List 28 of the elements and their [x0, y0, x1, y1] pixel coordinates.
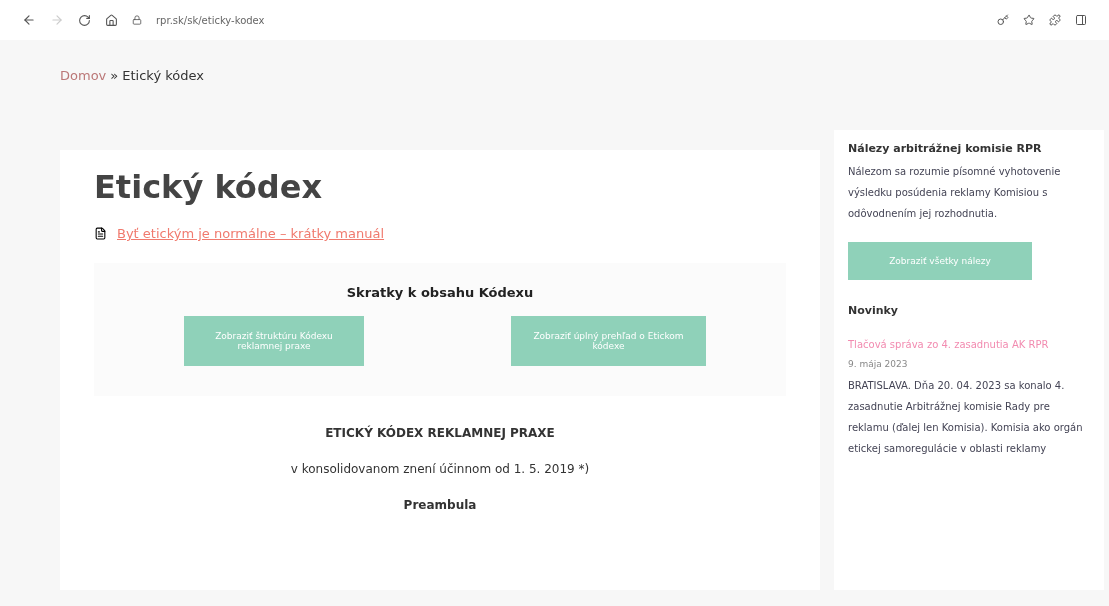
news-text: BRATISLAVA. Dňa 20. 04. 2023 sa konalo 4. zasadnutie Arbitrážnej komisie Rady pre reklamu (ďalej len Komisia). Komisia ako orgán etickej samoregulácie v oblasti reklamy: [848, 379, 1084, 456]
section-title: Preambula: [402, 498, 478, 512]
reload-icon[interactable]: [78, 13, 91, 27]
shortcuts-heading: Skratky k obsahu Kódexu: [345, 285, 535, 300]
star-icon[interactable]: [1023, 14, 1035, 26]
findings-button[interactable]: Zobraziť všetky nálezy: [848, 242, 1032, 280]
page-title: Etický kódex: [94, 168, 324, 206]
extensions-icon[interactable]: [1049, 14, 1061, 26]
key-icon[interactable]: [997, 14, 1009, 26]
news-date: 9. mája 2023: [848, 359, 909, 369]
breadcrumb-text: Etický kódex: [122, 68, 204, 83]
shortcut-button[interactable]: Zobraziť štruktúru Kódexu reklamnej praxe: [184, 316, 364, 366]
shortcut-button[interactable]: Zobraziť úplný prehľad o Etickom kódexe: [511, 316, 706, 366]
breadcrumb-link[interactable]: Domov: [60, 68, 107, 83]
subtitle: v konsolidovanom znení účinnom od 1. 5. 2019 *): [289, 462, 591, 476]
sidebar-heading: Nálezy arbitrážnej komisie RPR: [848, 142, 1043, 155]
findings-text: Nálezom sa rozumie písomné vyhotovenie výsledku posúdenia reklamy Komisiou s odôvodnením jej rozhodnutia.: [848, 165, 1062, 221]
section-heading: ETICKÝ KÓDEX REKLAMNEJ PRAXE: [324, 426, 556, 440]
download-link[interactable]: Byť etickým je normálne – krátky manuál: [117, 226, 385, 241]
back-icon[interactable]: [22, 13, 36, 27]
address-field[interactable]: rpr.sk/sk/eticky-kodex: [156, 14, 265, 26]
home-icon[interactable]: [105, 13, 118, 27]
document-icon: [94, 227, 107, 240]
side-panel-icon[interactable]: [1075, 14, 1087, 26]
lock-icon: [132, 15, 142, 25]
breadcrumb-text: »: [110, 68, 119, 83]
news-link[interactable]: Tlačová správa zo 4. zasadnutia AK RPR: [848, 335, 1086, 355]
sidebar-heading: Novinky: [848, 304, 900, 317]
